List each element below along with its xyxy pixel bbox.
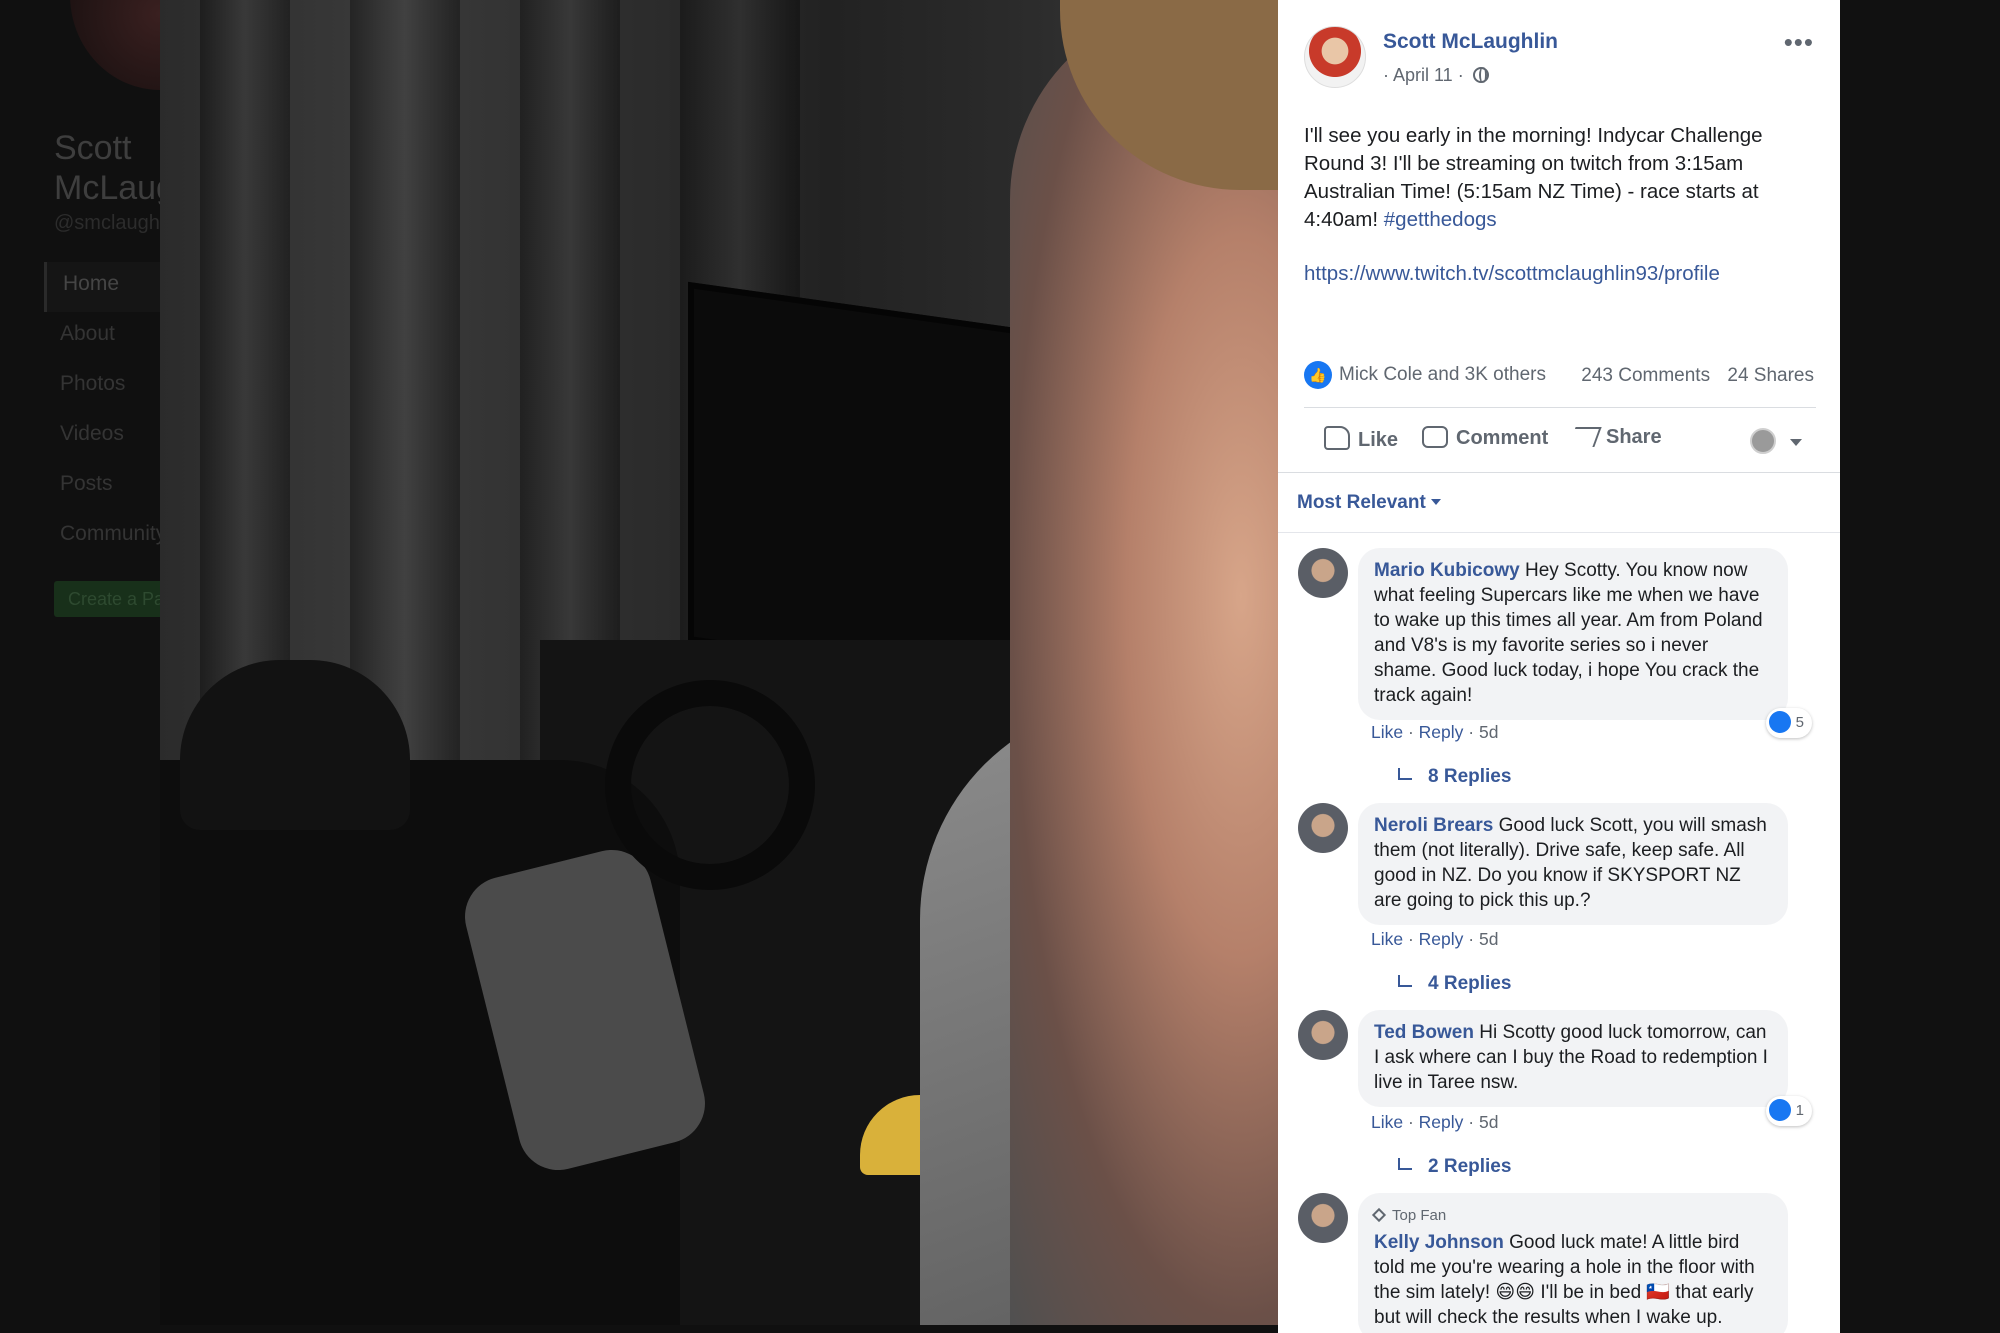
commenter-name[interactable]: Neroli Brears bbox=[1374, 815, 1493, 836]
post-header: Scott McLaughlin · April 11 · ••• bbox=[1304, 26, 1814, 92]
post-link[interactable]: https://www.twitch.tv/scottmclaughlin93/… bbox=[1304, 262, 1720, 286]
badge-label: Top Fan bbox=[1392, 1207, 1447, 1224]
replies-count: 8 Replies bbox=[1428, 766, 1512, 787]
view-replies-link[interactable]: 4 Replies bbox=[1398, 973, 1511, 995]
comment-age: · 5d bbox=[1468, 722, 1499, 742]
commenter-name[interactable]: Ted Bowen bbox=[1374, 1022, 1474, 1043]
top-fan-badge: Top Fan bbox=[1371, 1203, 1772, 1228]
comment-like-link[interactable]: Like bbox=[1371, 929, 1403, 949]
post-panel: Scott McLaughlin · April 11 · ••• I'll s… bbox=[1278, 0, 1840, 1333]
commenter-avatar[interactable] bbox=[1298, 1010, 1348, 1060]
comment-reaction-count[interactable]: 5 bbox=[1765, 708, 1812, 738]
comment-bubble: Top Fan Kelly Johnson Good luck mate! A … bbox=[1358, 1193, 1788, 1333]
comment-actions: Like · Reply · 5d bbox=[1371, 1112, 1499, 1132]
profile-name: Scott McLaughlin bbox=[54, 129, 164, 207]
replies-count: 2 Replies bbox=[1428, 1156, 1512, 1177]
post-meta: · April 11 · bbox=[1383, 65, 1489, 86]
comment-age: · 5d bbox=[1468, 1112, 1499, 1132]
post-body-text: I'll see you early in the morning! Indyc… bbox=[1304, 124, 1763, 231]
comment-reaction-count[interactable]: 1 bbox=[1765, 1096, 1812, 1126]
divider bbox=[1278, 532, 1840, 533]
comment-like-link[interactable]: Like bbox=[1371, 1112, 1403, 1132]
lightbox-backdrop bbox=[1840, 0, 2000, 1333]
comment-bubble: Ted Bowen Hi Scotty good luck tomorrow, … bbox=[1358, 1010, 1788, 1107]
comment-reply-link[interactable]: Reply bbox=[1419, 1112, 1464, 1132]
commenter-avatar[interactable] bbox=[1298, 803, 1348, 853]
view-replies-link[interactable]: 2 Replies bbox=[1398, 1156, 1511, 1178]
comment-bubble: Neroli Brears Good luck Scott, you will … bbox=[1358, 803, 1788, 925]
like-reaction-icon bbox=[1768, 1099, 1791, 1121]
reactions-bar: 👍 Mick Cole and 3K others 243 Comments 2… bbox=[1304, 360, 1814, 390]
comment-bubble: Mario Kubicowy Hey Scotty. You know now … bbox=[1358, 548, 1788, 720]
share-button[interactable]: Share bbox=[1568, 426, 1662, 449]
reaction-count: 1 bbox=[1795, 1102, 1804, 1119]
comment-reply-link[interactable]: Reply bbox=[1419, 722, 1464, 742]
author-name[interactable]: Scott McLaughlin bbox=[1383, 30, 1558, 54]
person-face bbox=[1010, 0, 1278, 1325]
comment-sort-dropdown[interactable]: Most Relevant bbox=[1297, 492, 1441, 514]
viewer-avatar[interactable] bbox=[1750, 428, 1776, 454]
reply-arrow-icon bbox=[1398, 768, 1412, 780]
nav-item-photos[interactable]: Photos bbox=[44, 362, 160, 412]
like-reaction-icon[interactable]: 👍 bbox=[1304, 361, 1332, 389]
comment-actions: Like · Reply · 5d bbox=[1371, 929, 1499, 949]
profile-nav: Home About Photos Videos Posts Community bbox=[44, 262, 160, 562]
nav-item-community[interactable]: Community bbox=[44, 512, 160, 562]
like-button-label: Like bbox=[1358, 429, 1399, 451]
replies-count: 4 Replies bbox=[1428, 973, 1512, 994]
commenter-name[interactable]: Mario Kubicowy bbox=[1374, 560, 1520, 581]
profile-handle: @smclaughlin93 bbox=[54, 212, 164, 234]
globe-icon bbox=[1472, 67, 1489, 83]
reply-arrow-icon bbox=[1398, 975, 1412, 987]
like-reaction-icon bbox=[1768, 711, 1791, 733]
reaction-count: 5 bbox=[1795, 714, 1804, 731]
comment-like-link[interactable]: Like bbox=[1371, 722, 1403, 742]
divider bbox=[1278, 472, 1840, 473]
comment-icon bbox=[1422, 426, 1448, 448]
comment-age: · 5d bbox=[1468, 929, 1499, 949]
shares-count[interactable]: 24 Shares bbox=[1727, 365, 1814, 386]
post-photo[interactable] bbox=[160, 0, 1278, 1325]
comment-button[interactable]: Comment bbox=[1422, 426, 1548, 450]
nav-item-about[interactable]: About bbox=[44, 312, 160, 362]
comment-text: Hey Scotty. You know now what feeling Su… bbox=[1374, 560, 1763, 706]
engagement-counts: 243 Comments 24 Shares bbox=[1569, 365, 1814, 387]
commenter-avatar[interactable] bbox=[1298, 1193, 1348, 1243]
reactors-summary[interactable]: Mick Cole and 3K others bbox=[1339, 364, 1546, 386]
author-avatar[interactable] bbox=[1304, 26, 1366, 88]
more-options-icon[interactable]: ••• bbox=[1784, 29, 1814, 55]
nav-item-posts[interactable]: Posts bbox=[44, 462, 160, 512]
commenter-avatar[interactable] bbox=[1298, 548, 1348, 598]
like-button[interactable]: Like bbox=[1324, 426, 1398, 452]
comment-button-label: Comment bbox=[1456, 427, 1549, 449]
post-body: I'll see you early in the morning! Indyc… bbox=[1304, 122, 1814, 234]
sort-label: Most Relevant bbox=[1297, 492, 1426, 513]
caret-down-icon bbox=[1430, 499, 1441, 505]
cap bbox=[180, 660, 410, 830]
nav-item-home[interactable]: Home bbox=[44, 262, 160, 312]
post-action-bar: Like Comment Share bbox=[1304, 407, 1816, 473]
comment-reply-link[interactable]: Reply bbox=[1419, 929, 1464, 949]
create-page-button[interactable]: Create a Page bbox=[54, 581, 164, 617]
commenter-name[interactable]: Kelly Johnson bbox=[1374, 1232, 1504, 1253]
share-button-label: Share bbox=[1606, 426, 1662, 448]
reply-arrow-icon bbox=[1398, 1158, 1412, 1170]
comment-actions: Like · Reply · 5d bbox=[1371, 722, 1499, 742]
chevron-down-icon[interactable] bbox=[1790, 439, 1802, 446]
diamond-icon bbox=[1371, 1207, 1387, 1223]
nav-item-videos[interactable]: Videos bbox=[44, 412, 160, 462]
comments-count[interactable]: 243 Comments bbox=[1581, 365, 1710, 386]
post-hashtag[interactable]: #getthedogs bbox=[1384, 208, 1497, 231]
view-replies-link[interactable]: 8 Replies bbox=[1398, 766, 1511, 788]
share-icon bbox=[1568, 427, 1602, 447]
steering-wheel bbox=[605, 680, 815, 890]
post-date[interactable]: · April 11 · bbox=[1383, 65, 1464, 85]
thumbs-up-icon bbox=[1324, 426, 1350, 450]
